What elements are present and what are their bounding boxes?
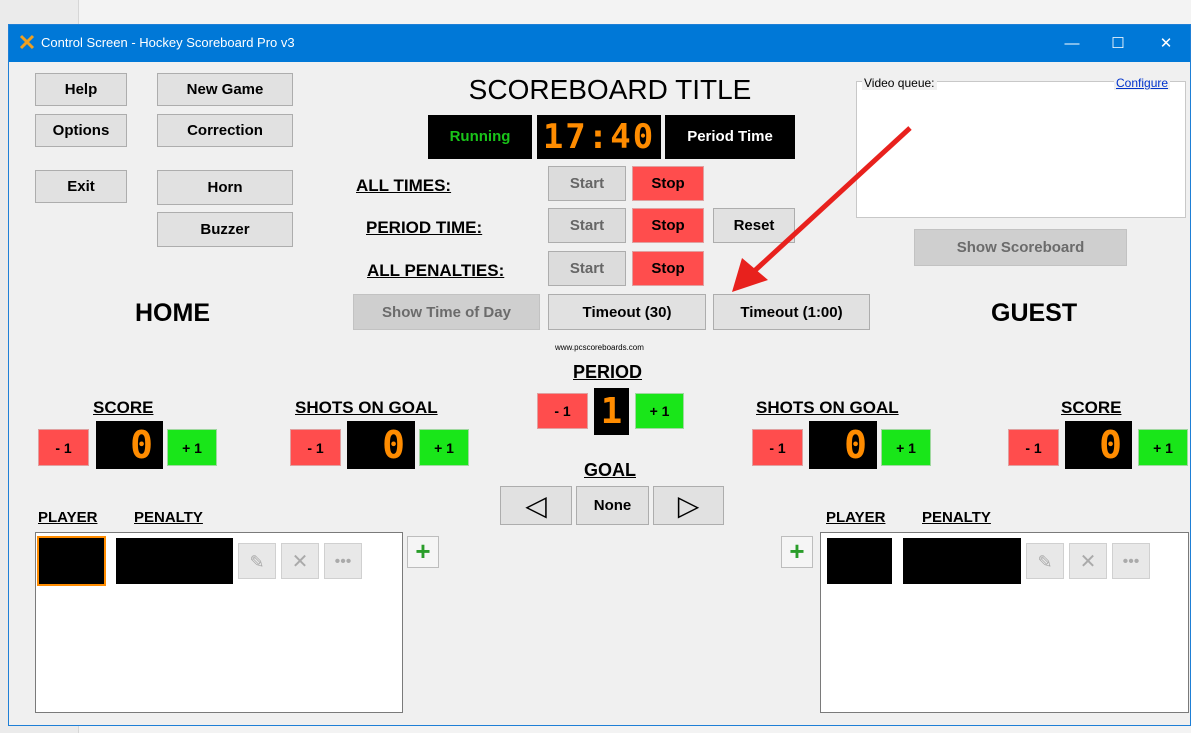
plus-icon: + [789,536,805,566]
more-icon: ••• [1122,553,1140,570]
show-scoreboard-button[interactable]: Show Scoreboard [914,229,1127,266]
exit-button[interactable]: Exit [35,170,127,203]
more-icon: ••• [334,553,352,570]
home-penalty-field[interactable] [116,538,233,584]
plus-icon: + [415,536,431,566]
period-display: 1 [594,388,629,435]
correction-button[interactable]: Correction [157,114,293,147]
home-player-header: PLAYER [38,509,98,526]
home-score-display: 0 [96,421,163,469]
home-shots-value: 0 [382,423,405,467]
maximize-button[interactable]: ☐ [1095,25,1141,62]
goal-label: GOAL [584,460,636,480]
home-delete-button[interactable]: ✕ [281,543,319,579]
all-penalties-stop-button[interactable]: Stop [632,251,704,286]
home-score-value: 0 [130,423,153,467]
guest-score-label: SCORE [1061,398,1122,417]
all-penalties-label: ALL PENALTIES: [367,261,505,280]
period-time-label: PERIOD TIME: [366,218,483,237]
video-queue-label: Video queue: [862,76,937,90]
scoreboard-title: SCOREBOARD TITLE [468,74,752,105]
goal-none-button[interactable]: None [576,486,649,525]
guest-player-header: PLAYER [826,509,886,526]
pencil-icon: ✎ [249,552,265,572]
close-icon: ✕ [1079,551,1097,573]
guest-score-display: 0 [1065,421,1132,469]
home-add-penalty-button[interactable]: + [407,536,439,568]
period-plus-button[interactable]: + 1 [635,393,684,429]
home-more-button[interactable]: ••• [324,543,362,579]
website-text: www.pcscoreboards.com [555,343,644,352]
all-times-label: ALL TIMES: [356,176,452,195]
options-button[interactable]: Options [35,114,127,147]
guest-penalty-field[interactable] [903,538,1021,584]
period-label: PERIOD [573,362,643,382]
clock-display: 17:40 [537,115,661,159]
minimize-button[interactable]: — [1049,25,1095,62]
period-minus-button[interactable]: - 1 [537,393,588,429]
guest-shots-value: 0 [844,423,867,467]
help-button[interactable]: Help [35,73,127,106]
guest-more-button[interactable]: ••• [1112,543,1150,579]
guest-add-penalty-button[interactable]: + [781,536,813,568]
period-time-start-button[interactable]: Start [548,208,626,243]
timeout-30-button[interactable]: Timeout (30) [548,294,706,330]
all-times-stop-button[interactable]: Stop [632,166,704,201]
triangle-right-icon: ▷ [677,490,700,521]
home-shots-plus-button[interactable]: + 1 [419,429,469,466]
guest-title: GUEST [991,299,1078,327]
home-score-plus-button[interactable]: + 1 [167,429,217,466]
period-value: 1 [600,391,623,432]
guest-shots-plus-button[interactable]: + 1 [881,429,931,466]
home-shots-display: 0 [347,421,415,469]
new-game-button[interactable]: New Game [157,73,293,106]
home-penalty-header: PENALTY [134,509,203,526]
guest-shots-label: SHOTS ON GOAL [756,398,899,417]
guest-edit-button[interactable]: ✎ [1026,543,1064,579]
close-icon: ✕ [291,551,309,573]
guest-score-value: 0 [1099,423,1122,467]
guest-shots-minus-button[interactable]: - 1 [752,429,803,466]
home-shots-minus-button[interactable]: - 1 [290,429,341,466]
title-bar: Control Screen - Hockey Scoreboard Pro v… [9,25,1190,62]
window-title: Control Screen - Hockey Scoreboard Pro v… [41,35,295,50]
clock-status: Running [449,128,511,145]
show-time-of-day-button[interactable]: Show Time of Day [353,294,540,330]
home-score-label: SCORE [93,398,154,417]
configure-link[interactable]: Configure [1114,76,1171,90]
clock-time: 17:40 [542,117,656,157]
home-player-field[interactable] [37,536,106,586]
period-time-stop-button[interactable]: Stop [632,208,704,243]
goal-left-arrow-button[interactable]: ◁ [500,486,572,525]
home-edit-button[interactable]: ✎ [238,543,276,579]
clock-status-box: Running [428,115,532,159]
all-penalties-start-button[interactable]: Start [548,251,626,286]
buzzer-button[interactable]: Buzzer [157,212,293,247]
home-shots-label: SHOTS ON GOAL [295,398,438,417]
home-title: HOME [135,299,210,327]
guest-penalty-header: PENALTY [922,509,991,526]
triangle-left-icon: ◁ [525,490,547,521]
horn-button[interactable]: Horn [157,170,293,205]
guest-shots-display: 0 [809,421,877,469]
guest-score-minus-button[interactable]: - 1 [1008,429,1059,466]
guest-delete-button[interactable]: ✕ [1069,543,1107,579]
home-score-minus-button[interactable]: - 1 [38,429,89,466]
guest-score-plus-button[interactable]: + 1 [1138,429,1188,466]
all-times-start-button[interactable]: Start [548,166,626,201]
goal-right-arrow-button[interactable]: ▷ [653,486,724,525]
guest-player-field[interactable] [827,538,892,584]
close-button[interactable]: ✕ [1143,25,1189,62]
pencil-icon: ✎ [1037,552,1053,572]
app-logo-icon [19,34,35,50]
annotation-arrow-icon [732,126,912,292]
